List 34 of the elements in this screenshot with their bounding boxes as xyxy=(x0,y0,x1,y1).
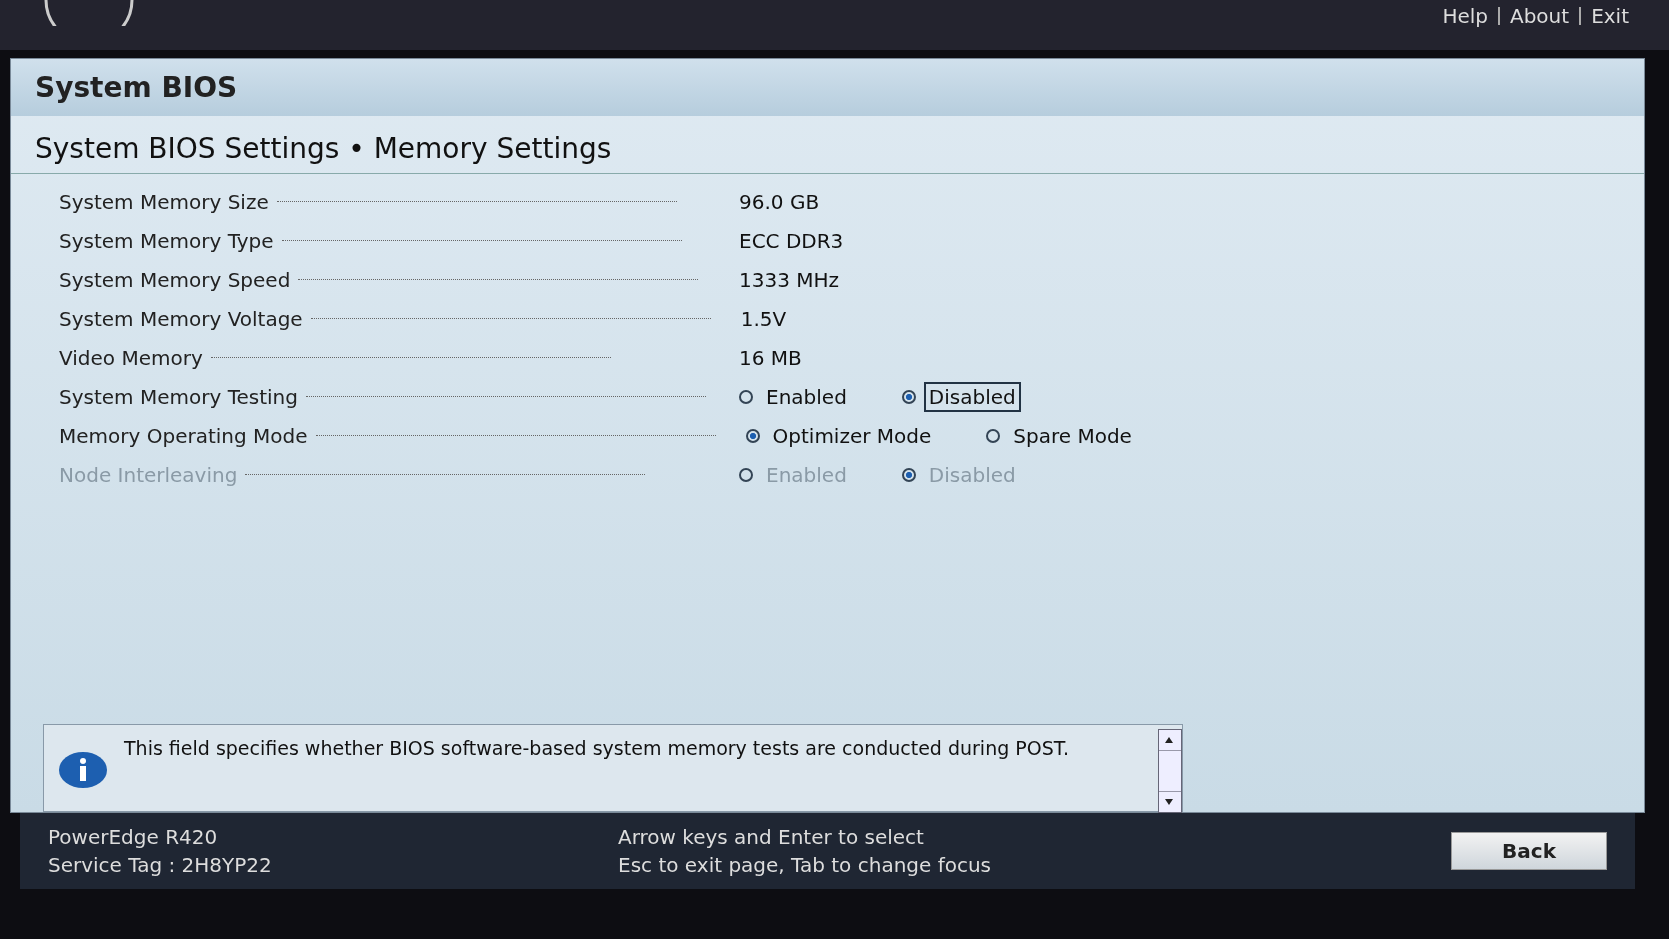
setting-label: System Memory Size xyxy=(59,189,269,214)
setting-value: 1333 MHz xyxy=(739,267,840,292)
setting-label: Memory Operating Mode xyxy=(59,423,308,448)
header-link[interactable]: About xyxy=(1498,7,1570,25)
key-hint: Arrow keys and Enter to select xyxy=(618,825,925,849)
setting-value: 16 MB xyxy=(739,345,802,370)
setting-value: 1.5V xyxy=(740,306,787,331)
setting-value: ECC DDR3 xyxy=(739,228,844,253)
info-icon xyxy=(58,751,108,789)
setting-label: System Memory Type xyxy=(59,228,274,253)
setting-label: Video Memory xyxy=(59,345,203,370)
radio-label[interactable]: Spare Mode xyxy=(1008,420,1137,451)
setting-label: System Memory Speed xyxy=(59,267,291,292)
setting-label: Node Interleaving xyxy=(59,462,238,487)
radio-label[interactable]: Enabled xyxy=(761,381,852,412)
radio-button[interactable] xyxy=(986,428,1001,443)
header-link[interactable]: Help xyxy=(1442,4,1488,28)
service-tag: Service Tag : 2H8YP22 xyxy=(48,853,618,877)
back-button[interactable]: Back xyxy=(1451,832,1607,870)
model-name: PowerEdge R420 xyxy=(48,825,219,849)
setting-value: 96.0 GB xyxy=(739,189,820,214)
radio-button[interactable] xyxy=(739,389,753,404)
radio-button[interactable] xyxy=(745,428,760,443)
radio-button[interactable] xyxy=(901,389,916,404)
radio-label[interactable]: Disabled xyxy=(923,381,1021,412)
setting-label: System Memory Voltage xyxy=(59,306,303,331)
header-link[interactable]: Exit xyxy=(1579,7,1629,25)
key-hint: Esc to exit page, Tab to change focus xyxy=(618,853,993,877)
help-text: This field specifies whether BIOS software-based system memory tests are conducted during POST. xyxy=(124,737,1071,759)
scrollbar[interactable] xyxy=(1158,729,1182,813)
page-subtitle: System BIOS Settings • Memory Settings xyxy=(11,116,1644,174)
setting-label: System Memory Testing xyxy=(59,384,298,409)
page-title: System BIOS xyxy=(11,59,1644,116)
radio-label[interactable]: Optimizer Mode xyxy=(767,420,937,451)
